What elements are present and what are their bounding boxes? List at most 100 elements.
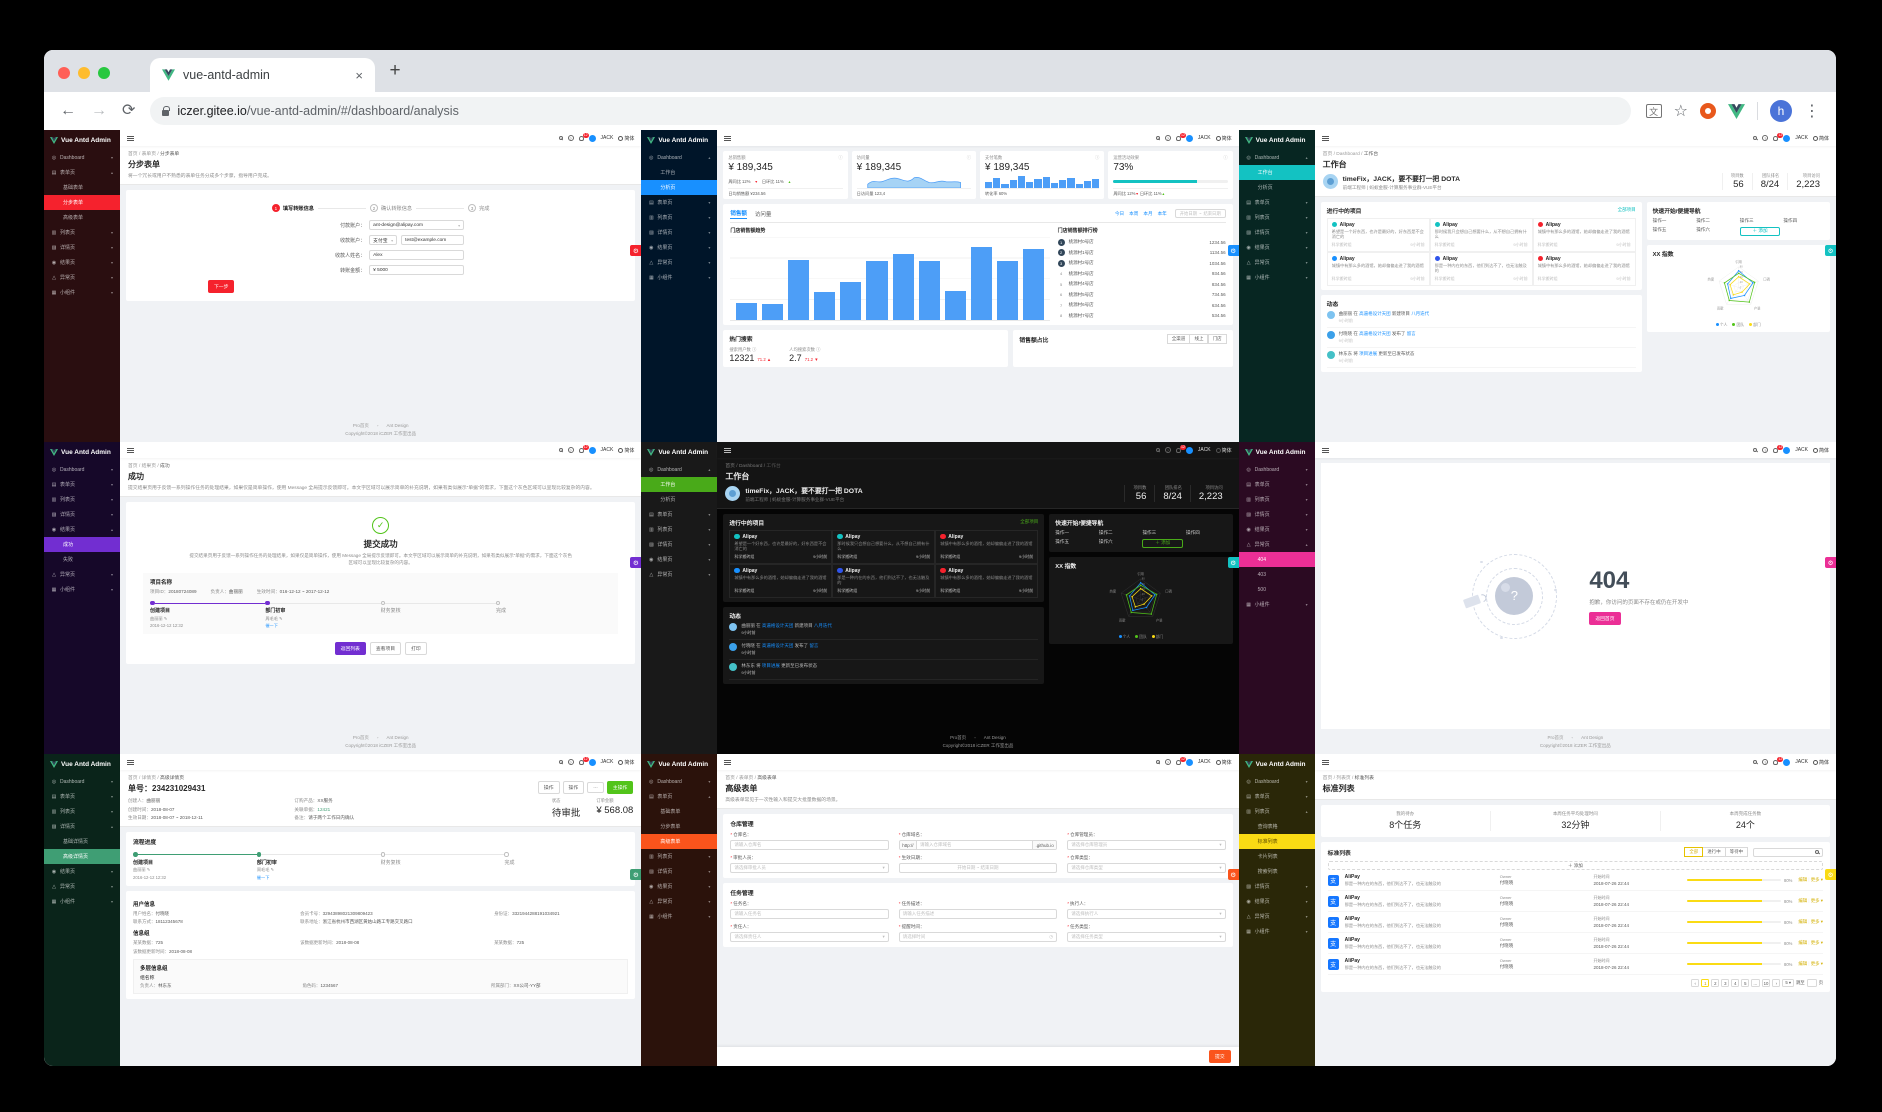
sidebar-item-form[interactable]: ▤ 表单页 ▾ xyxy=(1239,477,1315,492)
breadcrumb-item[interactable]: 首页 xyxy=(725,776,735,781)
feed-link[interactable]: 留言 xyxy=(1407,331,1416,336)
text-input[interactable]: 请输入任务描述 xyxy=(898,909,1058,919)
sidebar-item-form[interactable]: ▤ 表单页 ▾ xyxy=(44,789,120,804)
quick-op-link[interactable]: 操作二 xyxy=(1696,218,1737,224)
footer-link-home[interactable]: Pro首页 xyxy=(1548,735,1564,740)
collapse-menu-icon[interactable] xyxy=(724,447,732,453)
footer-link-brand[interactable]: Ant Design xyxy=(386,735,408,740)
step-action-link[interactable]: 催一下 xyxy=(257,875,270,880)
submit-button[interactable]: 提交 xyxy=(1209,1050,1231,1063)
sidebar-item-result[interactable]: ◉ 结果页 ▾ xyxy=(44,255,120,270)
github-icon[interactable]: ◦ xyxy=(1572,735,1574,740)
breadcrumb-item[interactable]: 列表页 xyxy=(1336,776,1350,781)
sidebar-item-widgets[interactable]: ▦ 小组件 ▾ xyxy=(44,894,120,909)
search-icon[interactable] xyxy=(558,448,563,452)
reload-icon[interactable]: ⟳ xyxy=(122,103,135,119)
notification-bell-icon[interactable]: 12 xyxy=(1175,133,1187,141)
sidebar-item-exception[interactable]: △ 异常页 ▾ xyxy=(44,567,120,582)
page-item[interactable]: 3 xyxy=(1721,979,1730,987)
sidebar-item-result[interactable]: ◉ 结果页 ▾ xyxy=(1239,894,1315,909)
translate-icon[interactable]: 文 xyxy=(1645,104,1662,118)
project-card[interactable]: Alipay 那时候我只会想自己想要什么，从不想自己拥有什么 科学搬砖组 9小时前 xyxy=(832,529,936,564)
sidebar-item-widgets[interactable]: ▦ 小组件 ▾ xyxy=(1239,270,1315,285)
search-icon[interactable] xyxy=(1155,136,1160,140)
help-icon[interactable]: ? xyxy=(1762,135,1769,141)
feed-link[interactable]: 八月迭代 xyxy=(1411,311,1429,316)
sidebar-item-success[interactable]: 成功 xyxy=(44,537,120,552)
notification-bell-icon[interactable]: 12 xyxy=(578,757,589,765)
text-input[interactable]: ¥ 5000 xyxy=(369,265,465,275)
page-item[interactable]: 2 xyxy=(1711,979,1720,987)
tab-close-icon[interactable]: × xyxy=(355,68,363,83)
range-link[interactable]: 本年 xyxy=(1158,211,1167,217)
sidebar-item-detail[interactable]: ▨ 详情页 ▾ xyxy=(1239,225,1315,240)
sidebar-item-workplace[interactable]: 工作台 xyxy=(641,477,718,492)
sidebar-item-detail[interactable]: ▨ 详情页 ▾ xyxy=(1239,507,1315,522)
date-range-picker[interactable]: 开始日期 ~ 结束日期 xyxy=(1174,209,1226,218)
feed-link[interactable]: 项目进展 xyxy=(762,663,780,668)
quick-op-link[interactable]: 操作四 xyxy=(1783,218,1824,224)
user-avatar[interactable] xyxy=(1185,758,1193,766)
project-card[interactable]: Alipay 城镇中有那么多的酒馆，她却偏偏走进了我的酒馆 科学搬砖组 9小时前 xyxy=(729,563,833,598)
quick-op-link[interactable]: 操作五 xyxy=(1653,227,1694,236)
notification-bell-icon[interactable]: 12 xyxy=(1773,445,1784,453)
theme-settings-button[interactable]: ⚙ xyxy=(1824,869,1836,881)
help-icon[interactable]: ? xyxy=(1164,447,1171,453)
sidebar-item-dashboard[interactable]: ◎ Dashboard ▾ xyxy=(641,774,717,789)
channel-tab[interactable]: 全渠道 xyxy=(1166,334,1191,344)
vue-devtools-icon[interactable] xyxy=(1728,103,1745,119)
edit-link[interactable]: 编辑 xyxy=(1798,940,1807,945)
sidebar-item-404[interactable]: 404 xyxy=(1238,552,1315,567)
feed-link[interactable]: 高逼格设计天团 xyxy=(1359,311,1391,316)
breadcrumb-item[interactable]: 表单页 xyxy=(142,152,156,157)
feed-link[interactable]: 高逼格设计天团 xyxy=(1359,331,1391,336)
search-icon[interactable] xyxy=(1753,448,1758,452)
breadcrumb-item[interactable]: 首页 xyxy=(1323,776,1333,781)
notification-bell-icon[interactable]: 12 xyxy=(1773,133,1784,141)
sidebar-item-result[interactable]: ◉ 结果页 ▾ xyxy=(1239,522,1315,537)
github-icon[interactable]: ◦ xyxy=(377,423,379,428)
sidebar-item-query-table[interactable]: 查询表格 xyxy=(1239,819,1315,834)
text-input[interactable]: 请输入仓库名 xyxy=(730,840,889,850)
sidebar-item-dashboard[interactable]: ◎ Dashboard ▴ xyxy=(641,150,717,165)
sidebar-item-widgets[interactable]: ▦ 小组件 ▾ xyxy=(1239,924,1315,939)
user-avatar[interactable] xyxy=(1783,446,1791,454)
sidebar-item-dashboard[interactable]: ◎ Dashboard ▴ xyxy=(1239,150,1315,165)
language-switch[interactable]: 简体 xyxy=(1812,135,1829,142)
range-link[interactable]: 本月 xyxy=(1143,211,1152,217)
select-input[interactable]: 请选择审批人员 ▾ xyxy=(730,863,889,873)
quick-op-link[interactable]: 操作六 xyxy=(1696,227,1737,236)
footer-link-brand[interactable]: Ant Design xyxy=(984,735,1006,740)
sidebar-item-detail[interactable]: ▨ 详情页 ▾ xyxy=(1239,879,1315,894)
extension-icon[interactable] xyxy=(1700,103,1716,119)
sidebar-item-list[interactable]: ▥ 列表页 ▾ xyxy=(44,804,120,819)
theme-settings-button[interactable]: ⚙ xyxy=(630,245,642,257)
more-link[interactable]: 更多 ▾ xyxy=(1811,961,1823,966)
sidebar-item-advanced-detail[interactable]: 高级详情页 xyxy=(44,849,120,864)
sidebar-item-workplace[interactable]: 工作台 xyxy=(1238,165,1315,180)
sidebar-item-detail[interactable]: ▨ 详情页 ▾ xyxy=(44,240,120,255)
text-input[interactable]: Alex xyxy=(369,250,465,260)
help-icon[interactable]: ? xyxy=(1164,135,1171,141)
address-bar[interactable]: iczer.gitee.io/vue-antd-admin/#/dashboar… xyxy=(150,97,1631,125)
add-op-button[interactable]: ＋ 添加 xyxy=(1739,226,1781,236)
user-avatar[interactable] xyxy=(588,446,596,454)
sidebar-item-exception[interactable]: △ 异常页 ▾ xyxy=(44,270,120,285)
sidebar-item-basic-detail[interactable]: 基础详情页 xyxy=(44,834,120,849)
notification-bell-icon[interactable]: 12 xyxy=(578,445,589,453)
sidebar-item-dashboard[interactable]: ◎ Dashboard ▴ xyxy=(641,462,717,477)
project-card[interactable]: Alipay 希望是一个好东西，也许是最好的，好东西是不会消亡的 科学搬砖组 9小时前 xyxy=(729,529,833,564)
sidebar-item-list[interactable]: ▥ 列表页 ▾ xyxy=(1239,210,1315,225)
sidebar-item-widgets[interactable]: ▦ 小组件 ▾ xyxy=(641,270,717,285)
select-input[interactable]: 请选择执行人 ▾ xyxy=(1067,909,1226,919)
sidebar-item-list[interactable]: ▥ 列表页 ▾ xyxy=(44,225,120,240)
theme-settings-button[interactable]: ⚙ xyxy=(1227,869,1239,881)
breadcrumb-item[interactable]: 首页 xyxy=(1323,152,1333,157)
breadcrumb-item[interactable]: Dashboard xyxy=(739,464,762,469)
edit-link[interactable]: 编辑 xyxy=(1798,961,1807,966)
sidebar-item-dashboard[interactable]: ◎ Dashboard ▾ xyxy=(1239,774,1315,789)
user-avatar[interactable] xyxy=(1783,134,1791,142)
help-icon[interactable]: ? xyxy=(567,135,574,141)
sidebar-item-analysis[interactable]: 分析页 xyxy=(641,492,717,507)
quick-op-link[interactable]: 操作五 xyxy=(1055,539,1096,548)
